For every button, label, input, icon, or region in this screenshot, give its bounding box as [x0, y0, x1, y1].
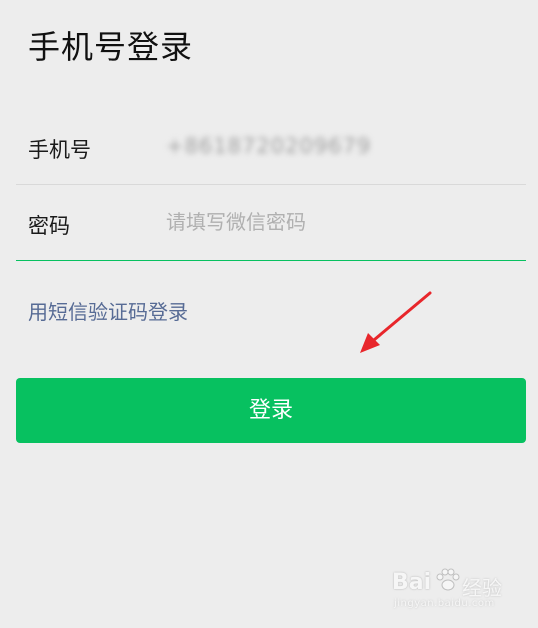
red-arrow-annotation [360, 291, 432, 353]
login-button[interactable]: 登录 [16, 378, 526, 443]
watermark-url: jingyan.baidu.com [394, 598, 495, 609]
phone-row: 手机号 +8618720209679 [16, 110, 526, 185]
password-input[interactable] [166, 204, 506, 240]
watermark-brand-suffix: 经验 [462, 576, 502, 600]
paw-icon [436, 568, 460, 591]
password-label: 密码 [28, 214, 70, 238]
sms-login-link[interactable]: 用短信验证码登录 [28, 296, 188, 325]
baidu-jingyan-watermark: Bai 经验 jingyan.baidu.com [392, 564, 512, 614]
password-row: 密码 [16, 186, 526, 261]
phone-label: 手机号 [28, 138, 91, 162]
phone-number-value[interactable]: +8618720209679 [166, 134, 371, 158]
page-title: 手机号登录 [28, 28, 194, 66]
watermark-brand: Bai [392, 570, 432, 595]
